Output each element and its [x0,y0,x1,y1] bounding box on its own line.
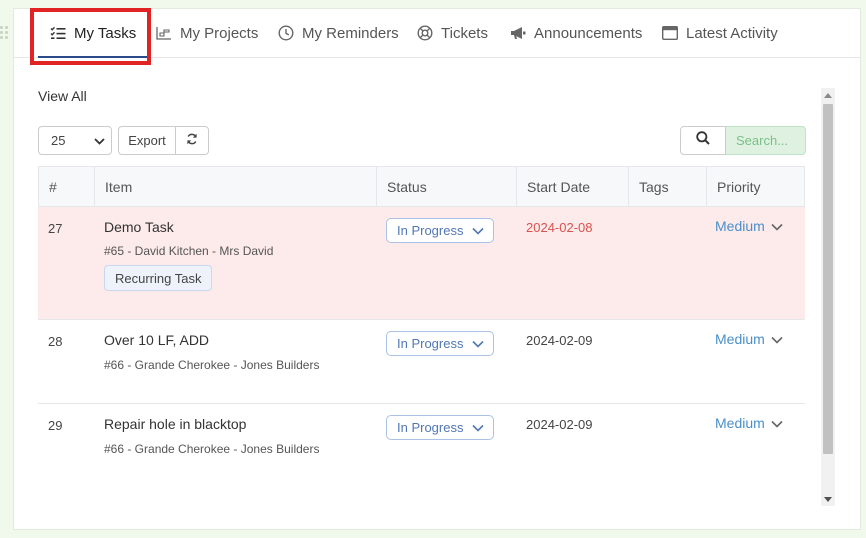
scroll-down-arrow-icon[interactable] [821,492,835,506]
refresh-button[interactable] [176,126,209,155]
status-dropdown[interactable]: In Progress [386,331,494,356]
chevron-down-icon [472,336,484,351]
tab-my-tasks[interactable]: My Tasks [37,9,149,58]
chart-icon [156,26,172,40]
search-group [680,126,806,155]
scrollbar-thumb[interactable] [823,104,833,454]
megaphone-icon [510,26,526,40]
window-icon [662,26,678,40]
task-project: #66 - Grande Cherokee - Jones Builders [104,358,320,372]
dashboard-widget: My Tasks My Projects My Reminders Ticket… [13,8,861,530]
status-label: In Progress [397,420,464,435]
column-header-tags[interactable]: Tags [629,167,707,206]
search-input[interactable] [726,126,806,155]
tasks-table: # Item Status Start Date Tags Priority 2… [38,166,805,474]
priority-label: Medium [715,331,765,347]
column-header-status[interactable]: Status [377,167,517,206]
tab-my-projects[interactable]: My Projects [156,9,258,57]
row-number: 29 [48,418,63,433]
priority-label: Medium [715,415,765,431]
task-title-link[interactable]: Over 10 LF, ADD [104,332,209,348]
task-project: #65 - David Kitchen - Mrs David [104,244,274,258]
task-title-link[interactable]: Demo Task [104,219,174,235]
search-icon [696,131,710,150]
tab-label: Latest Activity [686,24,778,42]
status-dropdown[interactable]: In Progress [386,415,494,440]
page-size-select[interactable]: 25 [38,126,112,155]
column-header-start-date[interactable]: Start Date [517,167,629,206]
table-row[interactable]: 27 Demo Task #65 - David Kitchen - Mrs D… [38,207,805,320]
tab-label: My Tasks [74,24,137,42]
chevron-down-icon [771,218,783,234]
start-date: 2024-02-09 [526,333,593,348]
start-date: 2024-02-09 [526,417,593,432]
tab-label: My Reminders [302,24,399,42]
table-row[interactable]: 28 Over 10 LF, ADD #66 - Grande Cherokee… [38,320,805,404]
status-dropdown[interactable]: In Progress [386,218,494,243]
priority-dropdown[interactable]: Medium [715,331,783,347]
table-actions: Export [118,126,209,155]
clock-icon [278,25,294,41]
page-size-value: 25 [51,133,66,148]
task-project: #66 - Grande Cherokee - Jones Builders [104,442,320,456]
row-number: 27 [48,221,63,236]
column-header-number[interactable]: # [39,167,95,206]
priority-label: Medium [715,218,765,234]
search-button[interactable] [680,126,726,155]
start-date: 2024-02-08 [526,220,593,235]
status-label: In Progress [397,336,464,351]
tab-latest-activity[interactable]: Latest Activity [662,9,778,57]
chevron-down-icon [472,223,484,238]
priority-dropdown[interactable]: Medium [715,415,783,431]
priority-dropdown[interactable]: Medium [715,218,783,234]
view-all-link[interactable]: View All [38,88,87,104]
status-label: In Progress [397,223,464,238]
chevron-down-icon [94,133,105,148]
checklist-icon [50,26,66,40]
tab-label: My Projects [180,24,259,42]
chevron-down-icon [771,331,783,347]
vertical-scrollbar[interactable] [821,88,835,506]
chevron-down-icon [771,415,783,431]
column-header-item[interactable]: Item [95,167,377,206]
row-number: 28 [48,334,63,349]
tab-label: Announcements [534,24,643,42]
tab-my-reminders[interactable]: My Reminders [278,9,399,57]
refresh-icon [186,133,198,148]
recurring-task-badge: Recurring Task [104,265,213,291]
tab-announcements[interactable]: Announcements [510,9,642,57]
column-header-priority[interactable]: Priority [707,167,804,206]
widget-tabs: My Tasks My Projects My Reminders Ticket… [14,9,860,58]
lifebuoy-icon [417,25,433,41]
scroll-up-arrow-icon[interactable] [821,88,835,102]
tab-label: Tickets [441,24,488,42]
drag-handle-icon[interactable] [0,26,8,40]
tab-tickets[interactable]: Tickets [417,9,488,57]
chevron-down-icon [472,420,484,435]
task-title-link[interactable]: Repair hole in blacktop [104,416,246,432]
table-header: # Item Status Start Date Tags Priority [38,166,805,207]
export-button[interactable]: Export [118,126,176,155]
table-row[interactable]: 29 Repair hole in blacktop #66 - Grande … [38,404,805,474]
